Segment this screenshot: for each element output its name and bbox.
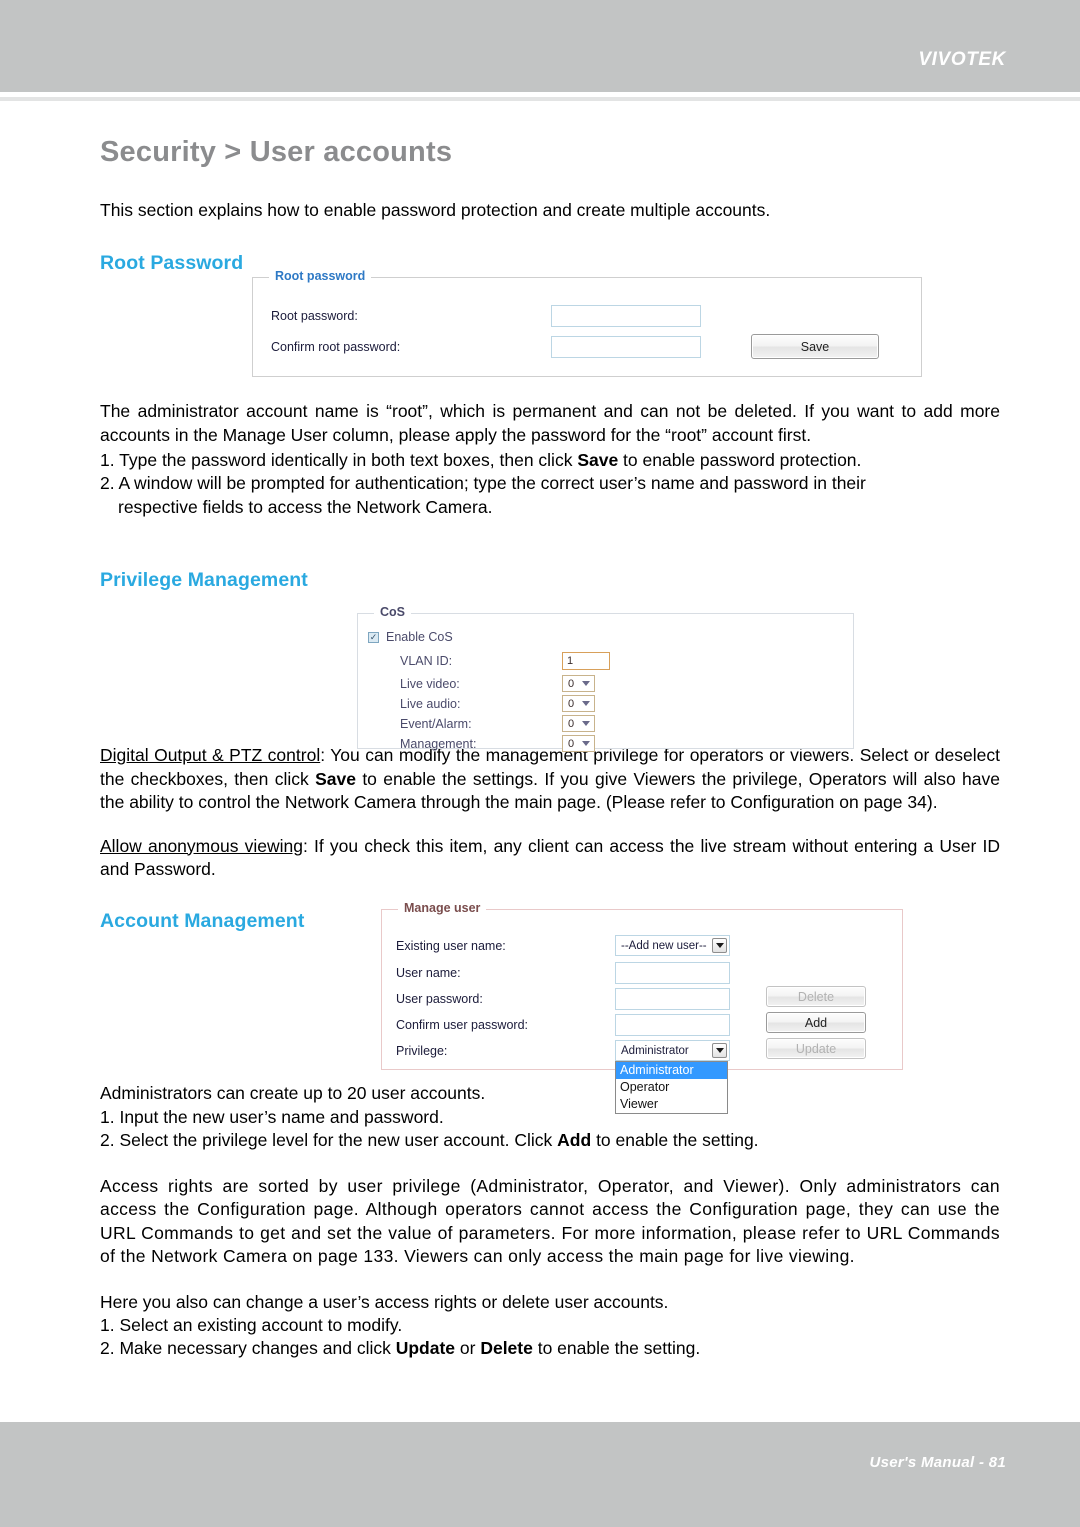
change-step-1: 1. Select an existing account to modify.: [100, 1314, 403, 1335]
root-password-panel-legend: Root password: [269, 269, 372, 283]
manage-user-screenshot: Manage user Existing user name: --Add ne…: [381, 901, 903, 1114]
existing-user-name-select[interactable]: --Add new user--: [615, 935, 730, 956]
chevron-down-icon: [582, 721, 590, 726]
live-audio-select[interactable]: 0: [562, 695, 595, 712]
change-rights-line: Here you also can change a user’s access…: [100, 1291, 669, 1312]
chevron-down-icon: [582, 741, 590, 746]
root-password-step-2-cont: respective fields to access the Network …: [118, 496, 493, 517]
privilege-dropdown-options[interactable]: Administrator Operator Viewer: [615, 1061, 728, 1114]
privilege-value: Administrator: [621, 1044, 689, 1057]
privilege-option-viewer[interactable]: Viewer: [616, 1096, 727, 1113]
vlan-id-label: VLAN ID:: [400, 654, 453, 668]
privilege-option-operator[interactable]: Operator: [616, 1079, 727, 1096]
privilege-label: Privilege:: [396, 1043, 448, 1058]
update-button[interactable]: Update: [766, 1038, 866, 1059]
user-name-row: User name:: [396, 962, 896, 984]
user-name-label: User name:: [396, 966, 461, 980]
event-alarm-select[interactable]: 0: [562, 715, 595, 732]
account-step-1: 1. Input the new user’s name and passwor…: [100, 1106, 444, 1127]
footer-page-label: User's Manual - 81: [869, 1454, 1006, 1471]
management-row: Management: 0: [400, 735, 840, 752]
root-password-step-2: 2. A window will be prompted for authent…: [100, 473, 866, 494]
chevron-down-icon: [582, 701, 590, 706]
intro-paragraph: This section explains how to enable pass…: [100, 200, 771, 220]
live-video-value: 0: [568, 677, 575, 690]
privilege-select[interactable]: Administrator: [615, 1040, 730, 1061]
vlan-id-input[interactable]: 1: [562, 652, 610, 670]
privilege-option-administrator[interactable]: Administrator: [616, 1062, 727, 1079]
management-label: Management:: [400, 736, 477, 751]
root-password-step-1: 1. Type the password identically in both…: [100, 449, 862, 470]
manage-user-panel-legend: Manage user: [398, 901, 487, 915]
live-video-select[interactable]: 0: [562, 675, 595, 692]
access-rights-paragraph: Access rights are sorted by user privile…: [100, 1175, 1000, 1267]
management-select[interactable]: 0: [562, 735, 595, 752]
add-button[interactable]: Add: [766, 1012, 866, 1033]
enable-cos-label: Enable CoS: [386, 630, 453, 644]
chevron-down-icon[interactable]: [712, 938, 727, 953]
delete-button[interactable]: Delete: [766, 986, 866, 1007]
cos-panel-legend: CoS: [374, 605, 411, 619]
live-audio-row: Live audio: 0: [400, 695, 840, 712]
event-alarm-row: Event/Alarm: 0: [400, 715, 840, 732]
root-password-field-row: Root password:: [271, 305, 901, 327]
account-step-2: 2. Select the privilege level for the ne…: [100, 1130, 759, 1151]
vivotek-logo: VIVOTEK: [918, 49, 1006, 70]
enable-cos-row[interactable]: ✓ Enable CoS: [368, 630, 453, 644]
existing-user-name-row: Existing user name: --Add new user--: [396, 935, 896, 956]
page-header-band: [0, 0, 1080, 92]
confirm-user-password-label: Confirm user password:: [396, 1018, 528, 1032]
confirm-root-password-input[interactable]: [551, 336, 701, 358]
user-password-input[interactable]: [615, 988, 730, 1010]
chevron-down-icon: [582, 681, 590, 686]
change-step-2: 2. Make necessary changes and click Upda…: [100, 1338, 701, 1359]
live-video-label: Live video:: [400, 676, 460, 691]
page-title: Security > User accounts: [100, 136, 453, 168]
anonymous-viewing-term: Allow anonymous viewing: [100, 835, 303, 856]
existing-user-name-value: --Add new user--: [621, 939, 707, 952]
live-audio-label: Live audio:: [400, 696, 461, 711]
management-value: 0: [568, 737, 575, 750]
live-video-row: Live video: 0: [400, 675, 840, 692]
chevron-down-icon[interactable]: [712, 1043, 727, 1058]
digital-output-term: Digital Output & PTZ control: [100, 745, 321, 766]
user-name-input[interactable]: [615, 962, 730, 984]
root-password-label: Root password:: [271, 309, 358, 323]
root-password-input[interactable]: [551, 305, 701, 327]
enable-cos-checkbox[interactable]: ✓: [368, 631, 379, 643]
root-password-screenshot: Root password Root password: Confirm roo…: [252, 269, 922, 377]
root-password-save-button[interactable]: Save: [751, 334, 879, 359]
root-password-paragraph: The administrator account name is “root”…: [100, 401, 1000, 445]
section-heading-privilege-management: Privilege Management: [100, 569, 308, 592]
existing-user-name-label: Existing user name:: [396, 938, 506, 953]
section-heading-root-password: Root Password: [100, 252, 244, 275]
cos-screenshot: CoS ✓ Enable CoS VLAN ID: 1 Live video: …: [357, 605, 854, 752]
confirm-user-password-input[interactable]: [615, 1014, 730, 1036]
confirm-root-password-label: Confirm root password:: [271, 340, 401, 354]
user-password-label: User password:: [396, 992, 483, 1006]
vlan-id-row: VLAN ID: 1: [400, 652, 840, 670]
page-footer-band: [0, 1422, 1080, 1527]
event-alarm-label: Event/Alarm:: [400, 716, 472, 731]
account-admins-line: Administrators can create up to 20 user …: [100, 1083, 486, 1104]
live-audio-value: 0: [568, 697, 575, 710]
event-alarm-value: 0: [568, 717, 575, 730]
